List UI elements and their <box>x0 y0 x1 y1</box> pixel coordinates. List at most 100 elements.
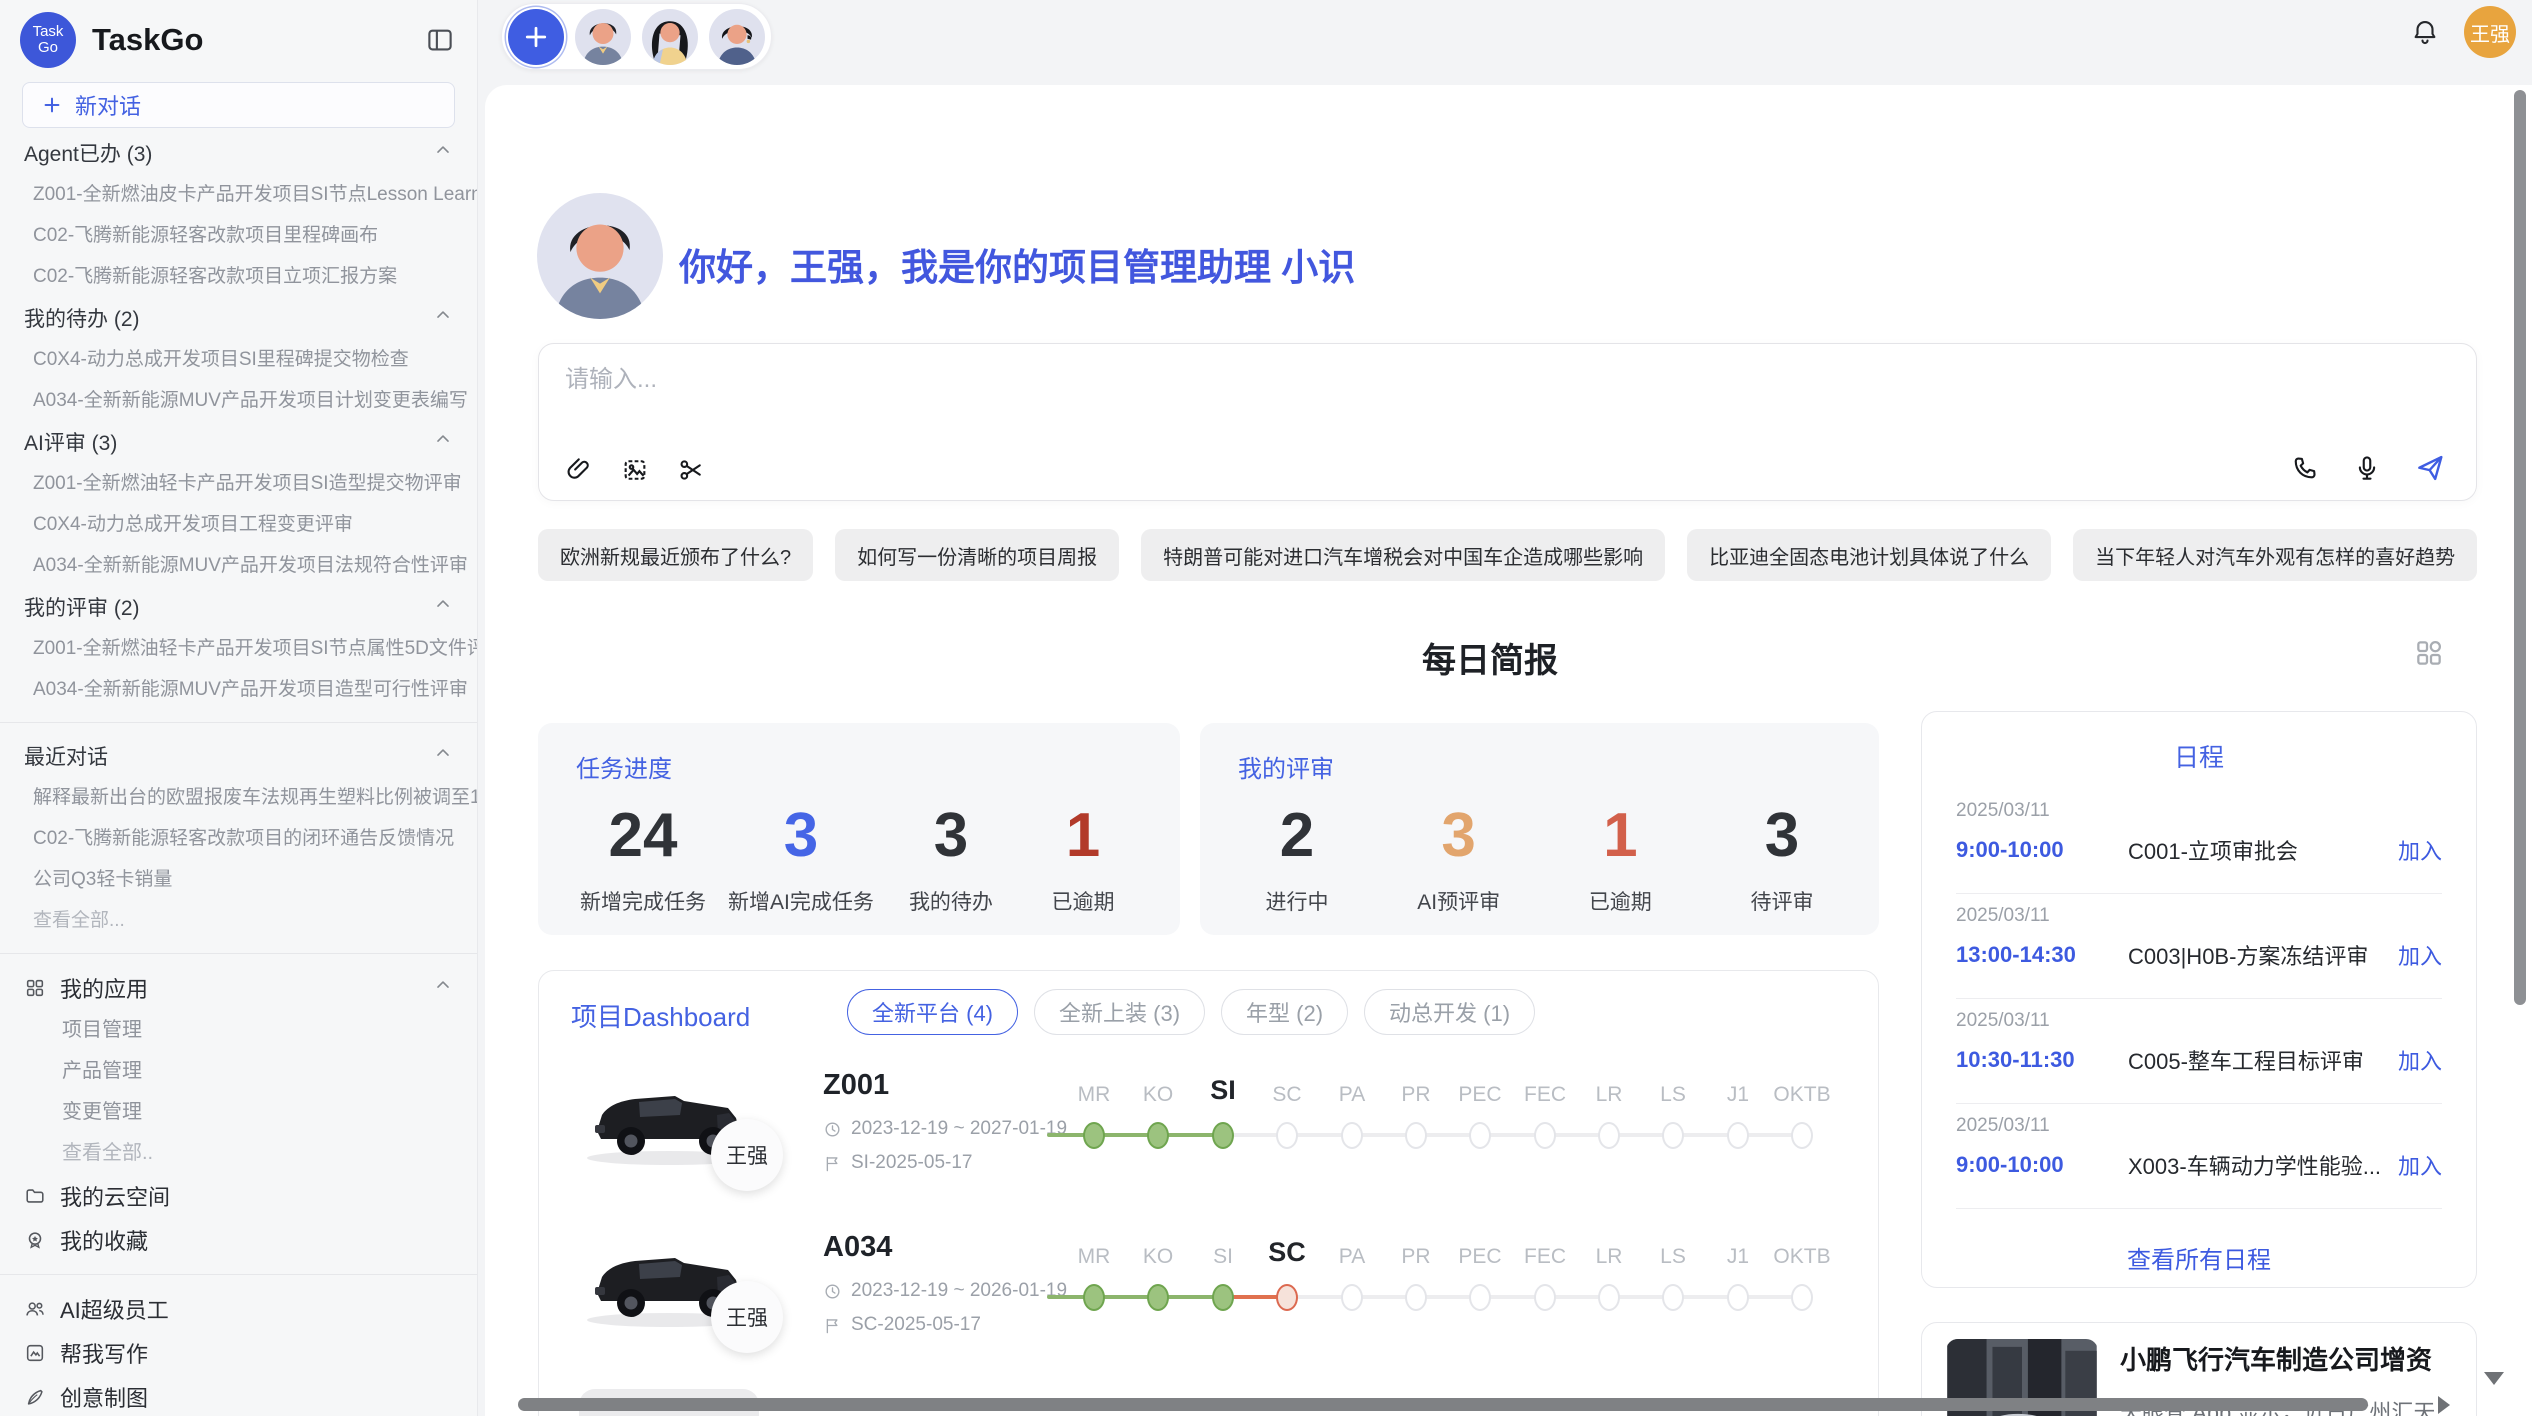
milestone-dot-overdue <box>1276 1284 1298 1311</box>
task-item[interactable]: C0X4-动力总成开发项目工程变更评审 <box>0 504 477 545</box>
stat-value: 2 <box>1242 798 1352 874</box>
schedule-name: C005-整车工程目标评审 <box>2128 1044 2398 1076</box>
stat-label: 进行中 <box>1242 886 1352 916</box>
apps-view-all-link[interactable]: 查看全部.. <box>0 1133 477 1174</box>
task-item[interactable]: Z001-全新燃油轻卡产品开发项目SI节点属性5D文件评审 <box>0 628 477 669</box>
tool-creative-drawing[interactable]: 创意制图 <box>0 1375 477 1416</box>
task-item[interactable]: C02-飞腾新能源轻客改款项目立项汇报方案 <box>0 256 477 297</box>
tab-new-body[interactable]: 全新上装 (3) <box>1034 989 1205 1035</box>
tab-year-model[interactable]: 年型 (2) <box>1221 989 1348 1035</box>
suggestion-chip[interactable]: 如何写一份清晰的项目周报 <box>835 529 1119 581</box>
suggestion-chip[interactable]: 特朗普可能对进口汽车增税会对中国车企造成哪些影响 <box>1141 529 1665 581</box>
section-agent-done[interactable]: Agent已办 (3) <box>0 132 477 174</box>
milestone-dot <box>1727 1284 1749 1311</box>
recent-chat-item[interactable]: 解释最新出台的欧盟报废车法规再生塑料比例被调至15%... <box>0 777 477 818</box>
task-item[interactable]: A034-全新新能源MUV产品开发项目造型可行性评审 <box>0 669 477 710</box>
clock-icon <box>823 1120 842 1139</box>
scroll-right-arrow[interactable] <box>2438 1396 2450 1414</box>
join-link[interactable]: 加入 <box>2398 1044 2442 1076</box>
task-item[interactable]: A034-全新新能源MUV产品开发项目计划变更表编写 <box>0 380 477 421</box>
milestone-dot <box>1791 1122 1813 1149</box>
image-icon[interactable] <box>621 456 649 484</box>
milestone-dot <box>1405 1284 1427 1311</box>
task-item[interactable]: C0X4-动力总成开发项目SI里程碑提交物检查 <box>0 339 477 380</box>
agent-avatar[interactable] <box>709 9 765 65</box>
task-item[interactable]: A034-全新新能源MUV产品开发项目法规符合性评审 <box>0 545 477 586</box>
chevron-up-icon <box>433 429 453 455</box>
recent-chat-item[interactable]: 公司Q3轻卡销量 <box>0 859 477 900</box>
agent-avatar[interactable] <box>575 9 631 65</box>
stat: 24 新增完成任务 <box>580 798 706 916</box>
task-item[interactable]: Z001-全新燃油皮卡产品开发项目SI节点Lesson Learn报告 <box>0 174 477 215</box>
user-avatar[interactable]: 王强 <box>2464 6 2516 58</box>
app-link-project-mgmt[interactable]: 项目管理 <box>0 1010 477 1051</box>
send-icon[interactable] <box>2414 452 2446 484</box>
milestone-dot <box>1791 1284 1813 1311</box>
tool-label: 创意制图 <box>60 1381 148 1413</box>
suggestion-chip[interactable]: 欧洲新规最近颁布了什么? <box>538 529 813 581</box>
milestone-dot <box>1469 1284 1491 1311</box>
schedule-date: 2025/03/11 <box>1956 800 2442 822</box>
stat-value: 24 <box>580 798 706 874</box>
notification-bell-icon[interactable] <box>2410 17 2440 47</box>
vertical-scrollbar[interactable] <box>2514 90 2526 1005</box>
assistant-avatar <box>537 193 663 319</box>
section-label: 我的待办 (2) <box>24 303 140 333</box>
section-ai-review[interactable]: AI评审 (3) <box>0 421 477 463</box>
people-icon <box>24 1298 46 1320</box>
recent-view-all-link[interactable]: 查看全部... <box>0 900 477 941</box>
milestone-dot <box>1405 1122 1427 1149</box>
join-link[interactable]: 加入 <box>2398 939 2442 971</box>
phone-icon[interactable] <box>2290 453 2320 483</box>
layout-grid-icon[interactable] <box>2413 637 2445 674</box>
microphone-icon[interactable] <box>2352 453 2382 483</box>
chat-input[interactable] <box>565 358 2165 402</box>
tab-new-platform[interactable]: 全新平台 (4) <box>847 989 1018 1035</box>
scissors-icon[interactable] <box>677 456 705 484</box>
recent-chat-item[interactable]: C02-飞腾新能源轻客改款项目的闭环通告反馈情况 <box>0 818 477 859</box>
stat: 1 已逾期 <box>1565 798 1675 916</box>
stat-label: 已逾期 <box>1028 886 1138 916</box>
milestone-dot <box>1534 1284 1556 1311</box>
project-dashboard-title: 项目Dashboard <box>571 997 750 1034</box>
tab-powertrain[interactable]: 动总开发 (1) <box>1364 989 1535 1035</box>
attachment-icon[interactable] <box>565 456 593 484</box>
schedule-time: 10:30-11:30 <box>1956 1047 2128 1073</box>
horizontal-scrollbar[interactable] <box>518 1398 2368 1411</box>
app-link-product-mgmt[interactable]: 产品管理 <box>0 1051 477 1092</box>
suggestion-chip[interactable]: 当下年轻人对汽车外观有怎样的喜好趋势 <box>2073 529 2477 581</box>
add-agent-button[interactable] <box>508 9 564 65</box>
schedule-name: C003|H0B-方案冻结评审 <box>2128 939 2398 971</box>
suggestion-chip[interactable]: 比亚迪全固态电池计划具体说了什么 <box>1687 529 2051 581</box>
stat-label: 已逾期 <box>1565 886 1675 916</box>
schedule-item: 2025/03/11 13:00-14:30 C003|H0B-方案冻结评审 加… <box>1956 905 2442 997</box>
tool-ai-super-staff[interactable]: AI超级员工 <box>0 1287 477 1331</box>
section-my-review[interactable]: 我的评审 (2) <box>0 586 477 628</box>
tool-help-me-write[interactable]: 帮我写作 <box>0 1331 477 1375</box>
my-apps-row[interactable]: 我的应用 <box>0 966 477 1010</box>
stat-label: AI预评审 <box>1404 886 1514 916</box>
sidebar-collapse-icon[interactable] <box>423 23 457 57</box>
agent-avatar[interactable] <box>642 9 698 65</box>
milestone-dot <box>1147 1284 1169 1311</box>
new-chat-button[interactable]: 新对话 <box>22 82 455 128</box>
topbar-right: 王强 <box>2410 0 2516 64</box>
join-link[interactable]: 加入 <box>2398 1149 2442 1181</box>
task-item[interactable]: Z001-全新燃油轻卡产品开发项目SI造型提交物评审 <box>0 463 477 504</box>
join-link[interactable]: 加入 <box>2398 834 2442 866</box>
divider <box>0 953 477 954</box>
schedule-item: 2025/03/11 10:30-11:30 C005-整车工程目标评审 加入 <box>1956 1010 2442 1102</box>
my-apps-label: 我的应用 <box>60 972 148 1004</box>
view-all-schedule-link[interactable]: 查看所有日程 <box>1922 1240 2476 1275</box>
my-favorites-row[interactable]: 我的收藏 <box>0 1218 477 1262</box>
section-my-todo[interactable]: 我的待办 (2) <box>0 297 477 339</box>
app-link-change-mgmt[interactable]: 变更管理 <box>0 1092 477 1133</box>
section-label: AI评审 (3) <box>24 427 117 457</box>
section-recent-chats[interactable]: 最近对话 <box>0 735 477 777</box>
milestone-dot <box>1147 1122 1169 1149</box>
scroll-down-arrow[interactable] <box>2484 1372 2504 1385</box>
project-row-a034[interactable]: 王强 A034 2023-12-19 ~ 2026-01-19 SC-2025-… <box>539 1225 1878 1387</box>
my-cloud-space-row[interactable]: 我的云空间 <box>0 1174 477 1218</box>
task-item[interactable]: C02-飞腾新能源轻客改款项目里程碑画布 <box>0 215 477 256</box>
project-row-z001[interactable]: 王强 Z001 2023-12-19 ~ 2027-01-19 SI-2025-… <box>539 1063 1878 1225</box>
